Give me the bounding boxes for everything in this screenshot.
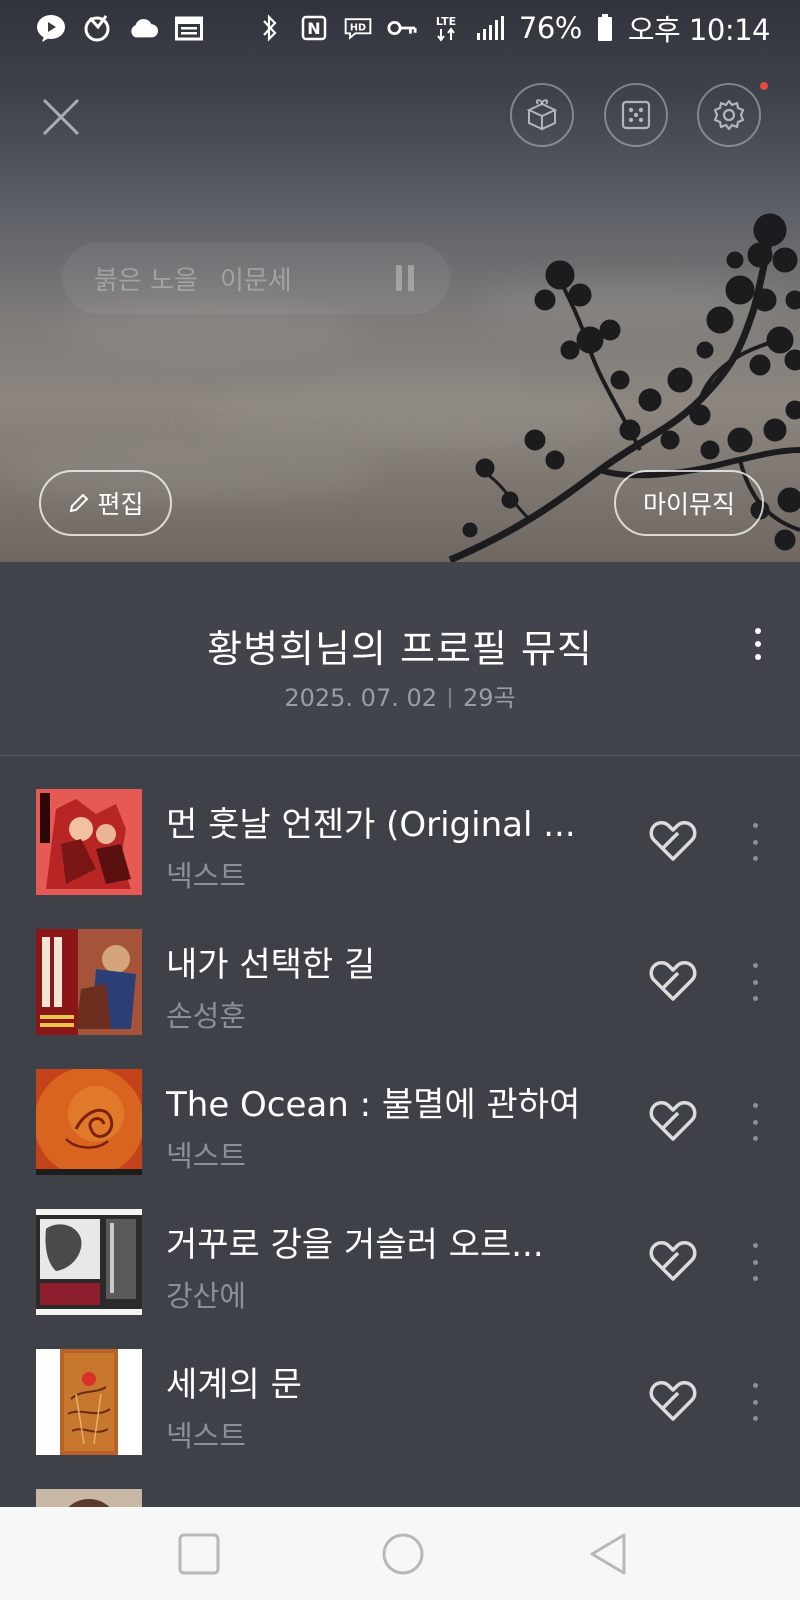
profile-date: 2025. 07. 02 <box>284 684 438 712</box>
back-button[interactable] <box>582 1527 636 1581</box>
bird-icon <box>82 14 112 42</box>
song-artist: 넥스트 <box>166 1419 247 1453</box>
like-button[interactable] <box>648 1239 698 1283</box>
like-button[interactable] <box>648 1099 698 1143</box>
heart-icon <box>649 1381 697 1421</box>
album-cover <box>36 1069 142 1175</box>
hd-icon: HD <box>343 14 373 42</box>
profile-header: 황병희님의 프로필 뮤직 2025. 07. 02 29곡 <box>0 562 800 756</box>
nfc-label: N <box>307 19 320 38</box>
like-button[interactable] <box>648 1379 698 1423</box>
song-artist: 강산에 <box>166 1279 247 1313</box>
dice-icon <box>621 100 651 130</box>
close-icon <box>42 98 80 136</box>
my-music-label: 마이뮤직 <box>642 490 735 519</box>
battery-icon <box>596 14 614 42</box>
cloud-icon <box>128 14 158 42</box>
gift-box-icon <box>526 99 558 131</box>
recents-icon <box>178 1533 220 1575</box>
song-title: 먼 훗날 언젠가 (Original ... <box>166 805 576 845</box>
pencil-icon <box>70 493 89 513</box>
signal-icon <box>475 14 505 42</box>
song-artist: 넥스트 <box>166 1139 247 1173</box>
song-title: 내가 선택한 길 <box>166 945 376 985</box>
song-item[interactable]: 세계의 문 넥스트 <box>0 1317 800 1457</box>
profile-more-button[interactable] <box>740 622 776 666</box>
song-item[interactable]: 내가 선택한 길 손성훈 <box>0 897 800 1037</box>
song-artist: 넥스트 <box>166 859 247 893</box>
now-playing-pill[interactable]: 붉은 노을 이문세 <box>62 242 450 314</box>
home-icon <box>382 1533 424 1575</box>
song-list: 먼 훗날 언젠가 (Original ... 넥스트 내가 선택한 길 손성훈 … <box>0 757 800 1507</box>
heart-icon <box>649 1241 697 1281</box>
nfc-icon: N <box>299 14 329 42</box>
notification-dot <box>760 82 768 90</box>
status-bar: N HD LTE 76% 오후 10:14 <box>0 0 800 56</box>
meta-divider <box>449 688 452 708</box>
album-cover <box>36 1349 142 1455</box>
like-button[interactable] <box>648 819 698 863</box>
heart-icon <box>649 1101 697 1141</box>
song-item[interactable]: 먼 훗날 언젠가 (Original ... 넥스트 <box>0 757 800 897</box>
song-more-button[interactable] <box>740 1103 770 1141</box>
vpn-key-icon <box>387 14 417 42</box>
dice-button[interactable] <box>604 83 668 147</box>
lte-label: LTE <box>436 15 456 28</box>
album-cover <box>36 1489 142 1507</box>
home-button[interactable] <box>376 1527 430 1581</box>
song-more-button[interactable] <box>740 823 770 861</box>
song-more-button[interactable] <box>740 963 770 1001</box>
back-icon <box>590 1533 626 1575</box>
heart-icon <box>649 821 697 861</box>
edit-button[interactable]: 편집 <box>39 470 172 536</box>
close-button[interactable] <box>36 92 86 142</box>
recents-button[interactable] <box>172 1527 226 1581</box>
song-title: 사랑 슬의 화장 <box>166 1497 586 1507</box>
battery-percent: 76% <box>518 11 582 45</box>
bluetooth-icon <box>255 14 285 42</box>
song-title: 거꾸로 강을 거슬러 오르... <box>166 1225 544 1265</box>
gift-box-button[interactable] <box>510 83 574 147</box>
profile-title: 황병희님의 프로필 뮤직 <box>207 627 593 671</box>
calendar-icon <box>174 14 204 42</box>
song-more-button[interactable] <box>740 1243 770 1281</box>
song-item[interactable]: 거꾸로 강을 거슬러 오르... 강산에 <box>0 1177 800 1317</box>
song-title: 세계의 문 <box>166 1365 302 1405</box>
song-title: The Ocean : 불멸에 관하여 <box>166 1085 581 1125</box>
status-time: 오후 10:14 <box>627 13 771 47</box>
profile-song-count: 29곡 <box>463 684 516 712</box>
edit-label: 편집 <box>97 490 144 519</box>
song-more-button[interactable] <box>740 1383 770 1421</box>
album-cover <box>36 789 142 895</box>
song-item[interactable]: The Ocean : 불멸에 관하여 넥스트 <box>0 1037 800 1177</box>
song-artist: 손성훈 <box>166 999 247 1033</box>
album-cover <box>36 929 142 1035</box>
now-playing-song: 붉은 노을 <box>94 265 198 296</box>
like-button[interactable] <box>648 959 698 1003</box>
talk-icon <box>36 14 66 42</box>
settings-icon <box>713 99 745 131</box>
album-cover <box>36 1209 142 1315</box>
profile-hero-image: N HD LTE 76% 오후 10:14 붉은 노을 이문세 편집 마이뮤직 <box>0 0 800 562</box>
settings-button[interactable] <box>697 83 761 147</box>
my-music-button[interactable]: 마이뮤직 <box>614 470 764 536</box>
now-playing-artist: 이문세 <box>219 265 292 296</box>
song-item[interactable]: 사랑 슬의 화장 <box>0 1457 800 1507</box>
pause-icon[interactable] <box>396 265 418 291</box>
system-nav-bar <box>0 1507 800 1600</box>
hd-label: HD <box>350 23 366 34</box>
heart-icon <box>649 961 697 1001</box>
profile-meta: 2025. 07. 02 29곡 <box>0 678 800 713</box>
lte-icon: LTE <box>431 14 461 42</box>
